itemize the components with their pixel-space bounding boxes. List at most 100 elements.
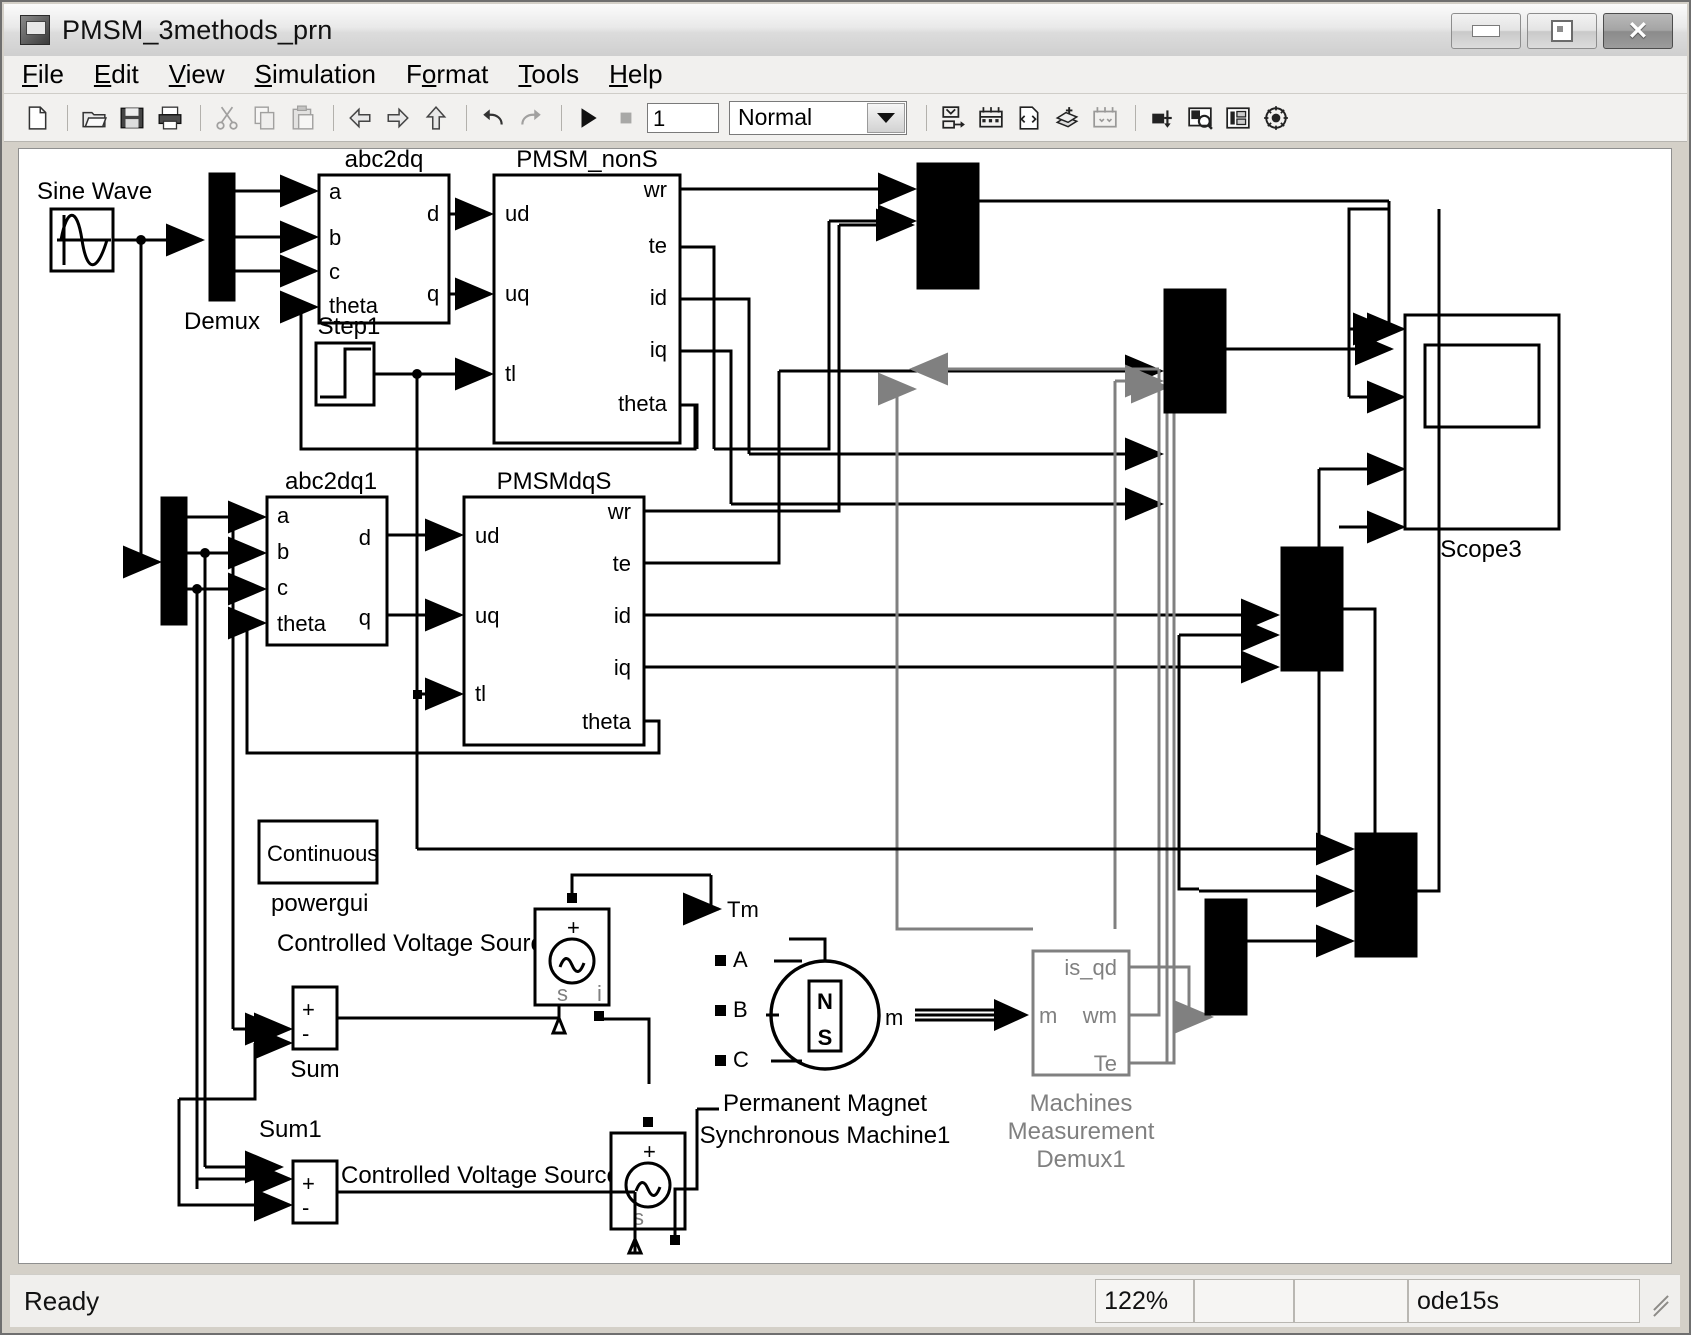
- mux5-body[interactable]: [1205, 899, 1247, 1015]
- menu-view[interactable]: View: [169, 59, 225, 90]
- open-model-button[interactable]: [77, 101, 111, 135]
- demux-mid-body[interactable]: [161, 497, 187, 625]
- mux2-body[interactable]: [1164, 289, 1226, 413]
- machines-demux-port-m: m: [1039, 1003, 1057, 1028]
- scope-screen-icon: [1425, 345, 1539, 427]
- block-mux5[interactable]: [1205, 899, 1247, 1015]
- abc2dq1-port-b: b: [277, 539, 289, 564]
- mux1-body[interactable]: [917, 163, 979, 289]
- step1-label: Step1: [318, 313, 381, 340]
- sum-body[interactable]: [293, 987, 337, 1049]
- abc2dq1-port-a: a: [277, 503, 290, 528]
- new-model-button[interactable]: [20, 101, 54, 135]
- menu-format[interactable]: Format: [406, 59, 488, 90]
- powergui-label: powergui: [271, 890, 368, 917]
- block-pmsm-nons[interactable]: PMSM_nonS ud uq tl wr te id iq theta: [494, 149, 680, 443]
- pmsm-nons-label: PMSM_nonS: [516, 149, 657, 173]
- sum1-body[interactable]: [293, 1161, 337, 1223]
- machines-demux-label-line2: Measurement: [1008, 1118, 1155, 1145]
- back-button[interactable]: [343, 101, 377, 135]
- resize-grip-icon[interactable]: [1648, 1288, 1674, 1314]
- cut-button[interactable]: [210, 101, 244, 135]
- model-help-button[interactable]: [1259, 101, 1293, 135]
- pmsm-nons-port-te: te: [649, 233, 667, 258]
- chevron-down-icon[interactable]: [867, 103, 905, 133]
- simulation-mode-value: Normal: [730, 104, 812, 131]
- start-simulation-button[interactable]: [571, 101, 605, 135]
- save-button[interactable]: [115, 101, 149, 135]
- mux4-body[interactable]: [1355, 833, 1417, 957]
- toolbar: 1 Normal: [4, 94, 1687, 142]
- forward-button[interactable]: [381, 101, 415, 135]
- menu-file[interactable]: File: [22, 59, 64, 90]
- abc2dq-port-c: c: [329, 259, 340, 284]
- block-controlled-voltage-source1[interactable]: Controlled Voltage Source1 + s i: [341, 1133, 685, 1230]
- pmsmdqs-port-iq: iq: [614, 655, 631, 680]
- abc2dq1-port-d: d: [359, 525, 371, 550]
- block-pmsmdqs[interactable]: PMSMdqS ud uq tl wr te id iq theta: [464, 468, 644, 745]
- block-demux-mid[interactable]: [161, 497, 187, 625]
- close-icon: ✕: [1628, 19, 1649, 44]
- debug-button[interactable]: [1145, 101, 1179, 135]
- window-title: PMSM_3methods_prn: [62, 15, 332, 46]
- cvs-plus-sign: +: [567, 915, 580, 940]
- abc2dq1-port-c: c: [277, 575, 288, 600]
- model-explorer-button[interactable]: [1050, 101, 1084, 135]
- sum-sign-plus: +: [302, 997, 315, 1022]
- block-sum1[interactable]: + - Sum1: [259, 1116, 337, 1223]
- scope3-label: Scope3: [1440, 536, 1521, 563]
- update-diagram-button[interactable]: [936, 101, 970, 135]
- paste-button[interactable]: [286, 101, 320, 135]
- stop-simulation-button[interactable]: [609, 101, 643, 135]
- block-mux2[interactable]: [1164, 289, 1226, 413]
- block-powergui[interactable]: Continuous powergui: [259, 821, 378, 917]
- menu-simulation[interactable]: Simulation: [255, 59, 376, 90]
- undo-button[interactable]: [476, 101, 510, 135]
- block-scope3[interactable]: Scope3: [1405, 315, 1559, 563]
- minimize-button[interactable]: [1451, 13, 1521, 49]
- close-button[interactable]: ✕: [1603, 13, 1673, 49]
- copy-button[interactable]: [248, 101, 282, 135]
- redo-button[interactable]: [514, 101, 548, 135]
- block-sum[interactable]: + - Sum: [290, 987, 339, 1083]
- mux3-body[interactable]: [1281, 547, 1343, 671]
- code-gen-report-button[interactable]: [1012, 101, 1046, 135]
- block-abc2dq[interactable]: abc2dq a b c theta d q: [319, 149, 449, 323]
- inspect-button[interactable]: [1183, 101, 1217, 135]
- simulink-model-icon: [20, 15, 50, 45]
- status-pane-2: [1194, 1279, 1294, 1323]
- block-pmsm-machine[interactable]: Tm A B C N S m Permanent Magnet Sync: [700, 875, 951, 1149]
- block-mux4[interactable]: [1355, 833, 1417, 957]
- block-sine-wave[interactable]: Sine Wave: [37, 178, 152, 271]
- menu-tools[interactable]: Tools: [518, 59, 579, 90]
- library-browser-button[interactable]: [1221, 101, 1255, 135]
- block-mux3[interactable]: [1281, 547, 1343, 671]
- pmsm-pole-s: S: [818, 1025, 833, 1050]
- status-message: Ready: [24, 1286, 99, 1317]
- demux-top-body[interactable]: [209, 173, 235, 301]
- build-subsystem-button[interactable]: [1088, 101, 1122, 135]
- block-demux-top[interactable]: Demux: [184, 173, 260, 335]
- stop-time-input[interactable]: 1: [647, 103, 719, 133]
- block-abc2dq1[interactable]: abc2dq1 a b c theta d q: [267, 468, 387, 645]
- menu-edit[interactable]: Edit: [94, 59, 139, 90]
- status-solver: ode15s: [1408, 1279, 1640, 1323]
- pmsm-machine-port-m: m: [885, 1005, 903, 1030]
- pmsm-machine-port-tm: Tm: [727, 897, 759, 922]
- pmsm-nons-port-ud: ud: [505, 201, 529, 226]
- block-mux1[interactable]: [917, 163, 979, 289]
- maximize-button[interactable]: [1527, 13, 1597, 49]
- simulation-mode-select[interactable]: Normal: [729, 101, 907, 135]
- model-canvas[interactable]: .ln{stroke:#000;stroke-width:3;fill:none…: [18, 148, 1672, 1264]
- build-model-button[interactable]: [974, 101, 1008, 135]
- sum1-sign-minus: -: [302, 1195, 309, 1220]
- abc2dq1-label: abc2dq1: [285, 468, 377, 495]
- abc2dq-port-q: q: [427, 281, 439, 306]
- print-button[interactable]: [153, 101, 187, 135]
- pmsm-machine-label-line2: Synchronous Machine1: [700, 1122, 951, 1149]
- up-level-button[interactable]: [419, 101, 453, 135]
- pmsm-nons-port-iq: iq: [650, 337, 667, 362]
- block-step1[interactable]: Step1: [316, 313, 380, 405]
- menu-help[interactable]: Help: [609, 59, 662, 90]
- status-zoom: 122%: [1095, 1279, 1193, 1323]
